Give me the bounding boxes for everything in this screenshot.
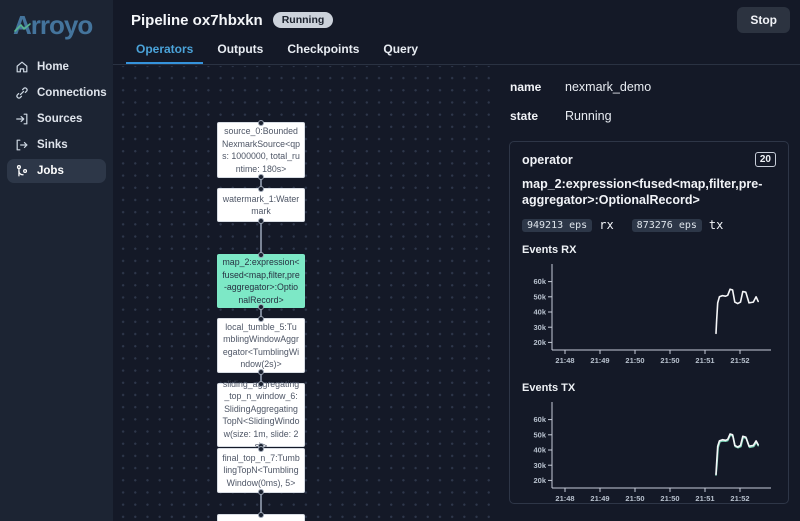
node-handle — [258, 174, 264, 180]
sidebar-item-connections[interactable]: Connections — [7, 81, 107, 105]
node-label: watermark_1:Watermark — [222, 193, 300, 217]
svg-text:21:50: 21:50 — [625, 356, 644, 365]
svg-text:20k: 20k — [533, 338, 546, 347]
sidebar-item-label: Home — [37, 61, 69, 73]
app-window: Arroyo Home Connections Sources Sinks Jo… — [0, 0, 800, 521]
flow-node-local_tumble_5[interactable]: local_tumble_5:TumblingWindowAggregator<… — [217, 316, 305, 375]
parallelism-badge: 20 — [754, 152, 776, 167]
logo-accent-icon — [14, 23, 31, 32]
svg-text:21:52: 21:52 — [730, 494, 749, 503]
svg-text:21:49: 21:49 — [590, 494, 609, 503]
node-label: map_2:expression<fused<map,filter,pre-ag… — [222, 257, 300, 305]
connections-icon — [16, 87, 28, 99]
rx-eps-badge: 949213 eps — [522, 218, 593, 232]
tab-query[interactable]: Query — [373, 42, 428, 64]
sidebar-item-sinks[interactable]: Sinks — [7, 133, 106, 157]
tx-eps-badge: 873276 eps — [631, 218, 702, 232]
svg-text:21:50: 21:50 — [660, 356, 679, 365]
svg-text:20k: 20k — [533, 476, 546, 485]
flow-node-sliding_aggregating_top_n_window_6[interactable]: sliding_aggregating_top_n_window_6:Slidi… — [217, 379, 305, 451]
svg-text:21:50: 21:50 — [660, 494, 679, 503]
detail-row-state: state Running — [510, 109, 800, 123]
flow-node-map_2[interactable]: map_2:expression<fused<map,filter,pre-ag… — [217, 252, 305, 310]
svg-text:50k: 50k — [533, 292, 546, 301]
node-handle — [258, 252, 264, 258]
tab-bar: Operators Outputs Checkpoints Query — [113, 40, 800, 65]
sidebar-item-label: Connections — [37, 87, 107, 99]
svg-text:40k: 40k — [533, 308, 546, 317]
page-title: Pipeline ox7hbxkn — [131, 11, 263, 29]
flow-node-partial-bottom[interactable] — [217, 512, 305, 521]
events-tx-title: Events TX — [522, 382, 576, 394]
tab-checkpoints[interactable]: Checkpoints — [277, 42, 369, 64]
operator-card-title: operator — [522, 152, 573, 167]
stop-button[interactable]: Stop — [737, 7, 790, 33]
tab-operators[interactable]: Operators — [126, 42, 204, 64]
flow-node-final_top_n_7[interactable]: final_top_n_7:TumblingTopN<TumblingWindo… — [217, 446, 305, 495]
sidebar-item-sources[interactable]: Sources — [7, 107, 106, 131]
detail-row-name: name nexmark_demo — [510, 80, 800, 94]
detail-label: state — [510, 109, 539, 123]
svg-text:40k: 40k — [533, 446, 546, 455]
svg-text:21:49: 21:49 — [590, 356, 609, 365]
pipeline-graph-canvas[interactable]: source_0:BoundedNexmarkSource<qps: 10000… — [113, 66, 497, 521]
arroyo-logo[interactable]: Arroyo — [0, 0, 113, 41]
node-handle — [258, 316, 264, 322]
node-label: source_0:BoundedNexmarkSource<qps: 10000… — [222, 126, 300, 174]
node-handle — [258, 304, 264, 310]
sidebar-item-home[interactable]: Home — [7, 55, 106, 79]
events-rx-chart: 20k 30k 40k 50k 60k 21:48 21:49 21:50 21:50 21:51… — [533, 264, 771, 365]
operator-description: map_2:expression<fused<map,filter,pre-ag… — [522, 177, 763, 207]
operator-card: operator 20 map_2:expression<fused<map,f… — [509, 141, 789, 504]
svg-text:21:51: 21:51 — [695, 494, 714, 503]
status-badge: Running — [272, 12, 334, 28]
sidebar: Arroyo Home Connections Sources Sinks Jo… — [0, 0, 113, 521]
operator-metrics: 949213 eps rx 873276 eps tx — [522, 218, 776, 232]
svg-text:60k: 60k — [533, 277, 546, 286]
sidebar-item-label: Jobs — [37, 165, 64, 177]
svg-text:60k: 60k — [533, 415, 546, 424]
detail-value: Running — [565, 109, 612, 123]
events-rx-title: Events RX — [522, 244, 577, 256]
content-area: source_0:BoundedNexmarkSource<qps: 10000… — [113, 66, 800, 521]
events-tx-chart: 20k 30k 40k 50k 60k 21:48 21:49 21:50 21:50 21:51… — [533, 402, 771, 503]
svg-text:50k: 50k — [533, 430, 546, 439]
svg-text:21:52: 21:52 — [730, 356, 749, 365]
rx-label: rx — [599, 218, 614, 232]
node-label: final_top_n_7:TumblingTopN<TumblingWindo… — [222, 452, 300, 488]
sinks-icon — [16, 139, 28, 151]
home-icon — [16, 61, 28, 73]
page-header: Pipeline ox7hbxkn Running Stop — [113, 0, 800, 40]
node-handle — [258, 512, 264, 518]
jobs-icon — [16, 165, 28, 177]
sidebar-item-label: Sources — [37, 113, 83, 125]
main-area: Pipeline ox7hbxkn Running Stop Operators… — [113, 0, 800, 521]
tab-outputs[interactable]: Outputs — [207, 42, 273, 64]
sidebar-item-jobs[interactable]: Jobs — [7, 159, 106, 183]
svg-text:30k: 30k — [533, 461, 546, 470]
sidebar-item-label: Sinks — [37, 139, 68, 151]
job-details-panel: name nexmark_demo state Running operator… — [497, 66, 800, 521]
node-handle — [258, 489, 264, 495]
detail-label: name — [510, 80, 542, 94]
svg-text:30k: 30k — [533, 323, 546, 332]
detail-value: nexmark_demo — [565, 80, 652, 94]
node-handle — [258, 186, 264, 192]
operator-card-header: operator 20 — [522, 152, 776, 167]
node-handle — [258, 120, 264, 126]
node-label: local_tumble_5:TumblingWindowAggregator<… — [222, 321, 300, 370]
flow-node-source_0[interactable]: source_0:BoundedNexmarkSource<qps: 10000… — [217, 120, 305, 180]
svg-text:21:50: 21:50 — [625, 494, 644, 503]
node-handle — [258, 446, 264, 452]
node-handle — [258, 381, 264, 387]
svg-text:21:51: 21:51 — [695, 356, 714, 365]
svg-text:21:48: 21:48 — [555, 356, 574, 365]
tx-label: tx — [708, 218, 724, 232]
flow-node-watermark_1[interactable]: watermark_1:Watermark — [217, 186, 305, 224]
sidebar-nav: Home Connections Sources Sinks Jobs — [0, 55, 113, 183]
svg-text:21:48: 21:48 — [555, 494, 574, 503]
node-handle — [258, 218, 264, 224]
sources-icon — [16, 113, 28, 125]
